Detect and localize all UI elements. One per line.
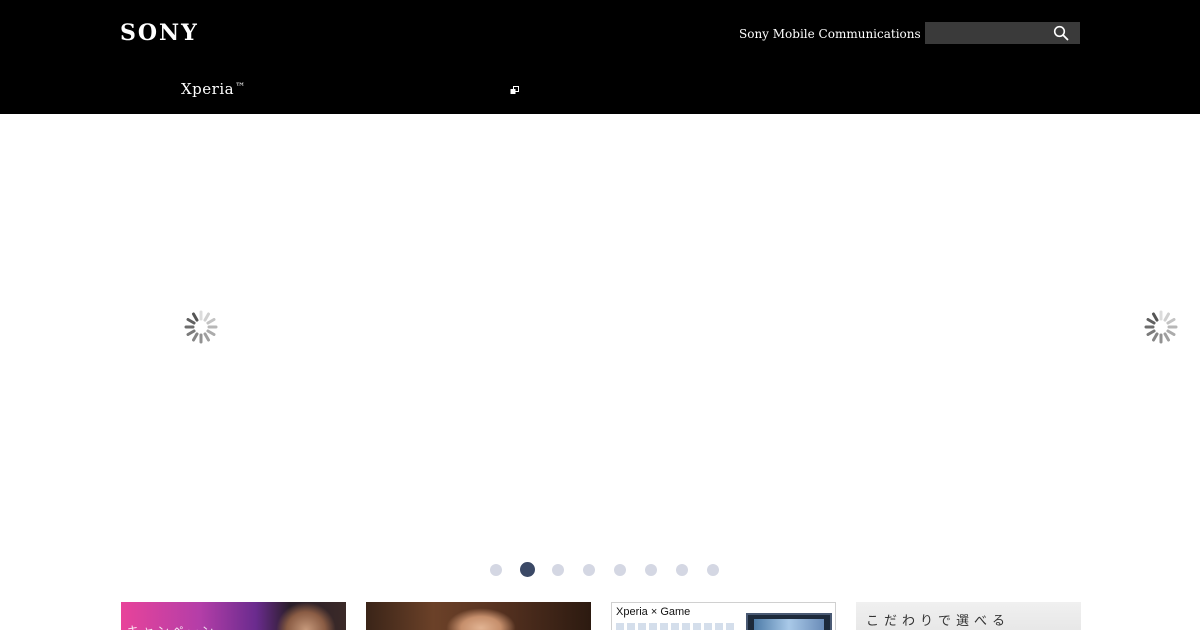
spinner-segment [1163,332,1170,342]
trademark-mark: ™ [235,82,246,93]
tile-caption: キャンペーン [127,622,216,630]
spinner-segment [1152,312,1159,322]
sony-logo[interactable]: SONY [120,20,199,46]
spinner-segment [1146,318,1156,325]
hero-carousel[interactable] [0,114,1200,584]
company-link[interactable]: Sony Mobile Communications [739,27,921,41]
carousel-pagination [0,562,1200,578]
tile-photo [446,608,516,630]
search-icon[interactable] [1053,25,1069,41]
spinner-segment [206,318,216,325]
spinner-segment [192,332,199,342]
tile-photo [276,602,336,630]
external-link-icon[interactable] [510,86,519,95]
spinner-segment [1166,318,1176,325]
spinner-segment [1163,312,1170,322]
spinner-segment [206,329,216,336]
spinner-segment [192,312,199,322]
spinner-segment [1146,329,1156,336]
loading-spinner-icon [184,310,218,344]
carousel-dot[interactable] [519,562,535,577]
spinner-segment [203,312,210,322]
search-box [925,22,1080,44]
tile-device-image [746,613,832,630]
carousel-dot[interactable] [583,564,595,576]
promo-tile-choose[interactable]: こだわりで選べる [856,602,1081,630]
promo-tile-model[interactable] [366,602,591,630]
carousel-dot[interactable] [707,564,719,576]
carousel-dot[interactable] [676,564,688,576]
carousel-dot[interactable] [490,564,502,576]
tile-label: Xperia × Game [616,606,691,618]
site-header: SONY Sony Mobile Communications Xperia™ [0,0,1200,114]
product-title[interactable]: Xperia™ [181,80,246,98]
spinner-segment [1166,329,1176,336]
promo-tile-game[interactable]: Xperia × Game [611,602,836,630]
carousel-dot[interactable] [552,564,564,576]
loading-spinner-icon [1144,310,1178,344]
spinner-segment [1152,332,1159,342]
carousel-dot[interactable] [645,564,657,576]
spinner-segment [186,329,196,336]
product-title-text: Xperia [181,80,235,98]
carousel-dot[interactable] [614,564,626,576]
promo-tile-campaign[interactable]: キャンペーン [121,602,346,630]
tile-subtitle-graphic [616,623,736,630]
spinner-segment [203,332,210,342]
spinner-segment [186,318,196,325]
search-input[interactable] [925,22,1050,44]
tile-label: こだわりで選べる [866,614,1011,629]
